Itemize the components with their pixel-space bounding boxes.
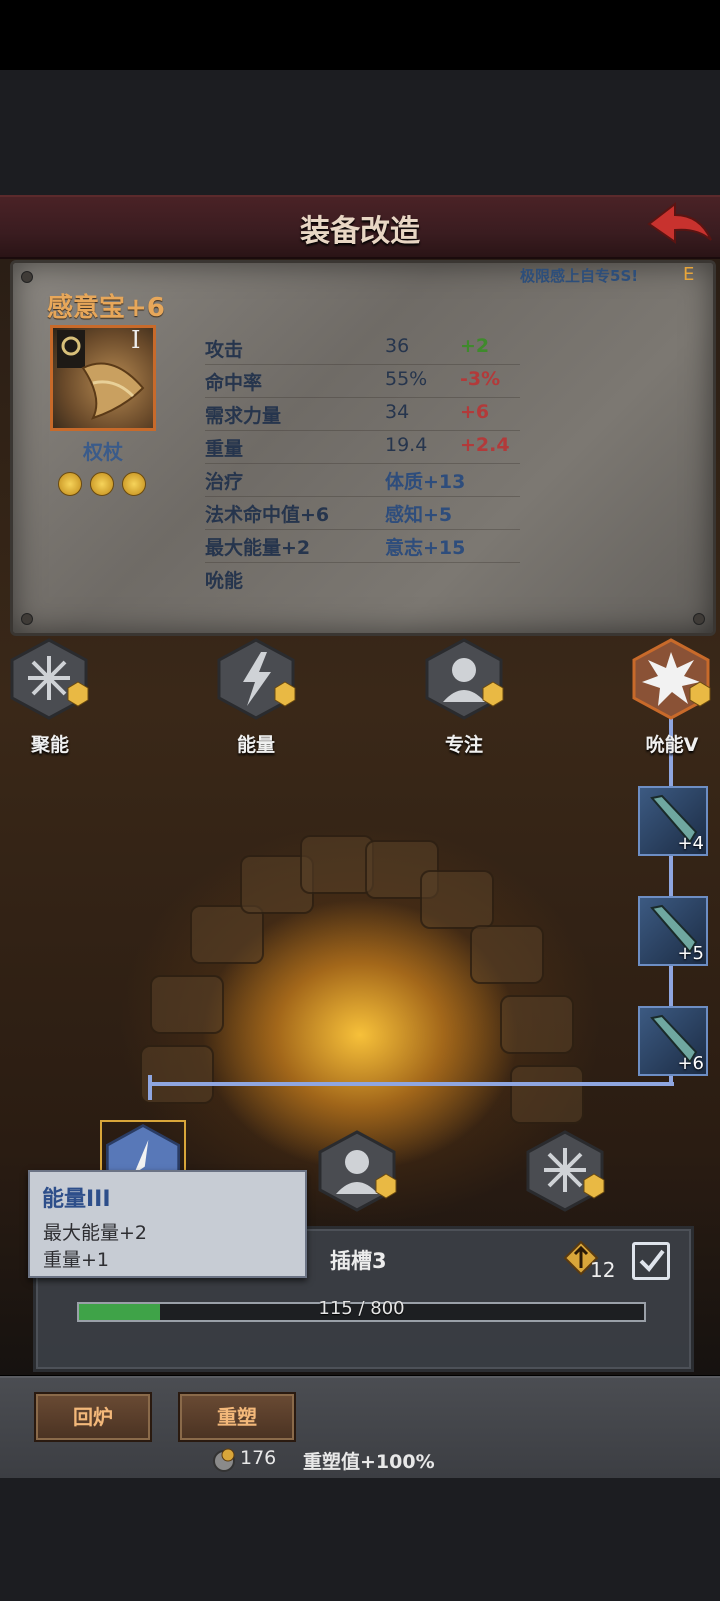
- progress-text: 115 / 800: [318, 1298, 405, 1319]
- gem-icon: [90, 472, 114, 496]
- stat-name: 法术命中值+6: [205, 504, 330, 526]
- stat-row: 最大能量+2 意志+15: [205, 529, 520, 563]
- stat-delta: +2.4: [460, 434, 510, 456]
- gem-icon: [122, 472, 146, 496]
- upgrade-slot[interactable]: +5: [638, 896, 708, 966]
- promo-text: 极限感上自专5S!: [520, 267, 639, 285]
- stat-row: 命中率 55% -3%: [205, 364, 520, 398]
- skill-label: 吮能V: [645, 734, 699, 756]
- stat-name: 最大能量+2: [205, 537, 311, 559]
- page-title: 装备改造: [300, 214, 420, 249]
- skill-label: 聚能: [30, 734, 69, 756]
- stat-name: 命中率: [205, 372, 263, 394]
- slot-level: +4: [677, 833, 704, 854]
- stat-name: 吮能: [205, 570, 244, 592]
- stat-name: 需求力量: [205, 405, 282, 427]
- item-name: 感意宝+6: [47, 293, 165, 323]
- stat-name: 重量: [205, 438, 244, 460]
- top-dark-band: [0, 70, 720, 195]
- back-arrow-icon[interactable]: [645, 200, 715, 248]
- tooltip-line: 重量+1: [43, 1249, 110, 1271]
- stat-row: 重量 19.4 +2.4: [205, 430, 520, 464]
- stat-delta: +2: [460, 335, 490, 357]
- reshape-button[interactable]: 重塑: [178, 1392, 296, 1442]
- stat-name: 治疗: [205, 471, 244, 493]
- slot-title: 插槽3: [330, 1249, 387, 1273]
- stat-row: 治疗 体质+13: [205, 463, 520, 497]
- burst-icon[interactable]: [524, 1130, 606, 1212]
- slot-cost: 12: [590, 1258, 616, 1282]
- stat-value: 19.4: [385, 434, 428, 456]
- status-bar-area: [0, 0, 720, 70]
- gem-icon: [58, 472, 82, 496]
- person-icon[interactable]: [316, 1130, 398, 1212]
- coin-count: 176: [240, 1447, 277, 1469]
- reshape-value: 重塑值+100%: [303, 1451, 435, 1473]
- slot-checkbox[interactable]: [632, 1242, 670, 1280]
- stat-row: 吮能: [205, 562, 520, 595]
- bottom-dark-band: [0, 1478, 720, 1601]
- stat-value: 55%: [385, 368, 428, 390]
- check-icon: [639, 1249, 665, 1273]
- upgrade-slot[interactable]: +6: [638, 1006, 708, 1076]
- slot-level: +6: [677, 1053, 704, 1074]
- promo-badge: E: [683, 264, 695, 285]
- tooltip-line: 最大能量+2: [43, 1222, 148, 1244]
- upgrade-slot[interactable]: +4: [638, 786, 708, 856]
- stat-value: 34: [385, 401, 410, 423]
- explosion-icon[interactable]: [630, 638, 712, 720]
- item-type: 权杖: [83, 440, 123, 464]
- stat-delta: -3%: [460, 368, 501, 390]
- person-icon[interactable]: [423, 638, 505, 720]
- skill-label: 专注: [444, 734, 483, 756]
- stat-value: 36: [385, 335, 410, 357]
- stat-delta: +6: [460, 401, 490, 423]
- recycle-button[interactable]: 回炉: [34, 1392, 152, 1442]
- item-tier: I: [131, 326, 141, 354]
- stat-row: 法术命中值+6 感知+5: [205, 496, 520, 530]
- slot-level: +5: [677, 943, 704, 964]
- stat-value: 意志+15: [385, 537, 466, 559]
- burst-icon[interactable]: [8, 638, 90, 720]
- stat-name: 攻击: [205, 339, 244, 361]
- skill-label: 能量: [236, 734, 275, 756]
- tooltip-title: 能量III: [42, 1187, 111, 1212]
- stat-row: 需求力量 34 +6: [205, 397, 520, 431]
- stat-value: 感知+5: [385, 504, 453, 526]
- lightning-icon[interactable]: [215, 638, 297, 720]
- stat-value: 体质+13: [385, 471, 466, 493]
- stat-row: 攻击 36 +2: [205, 331, 520, 365]
- skill-tree-lines: [148, 715, 674, 1100]
- coin-icon: [213, 1448, 235, 1472]
